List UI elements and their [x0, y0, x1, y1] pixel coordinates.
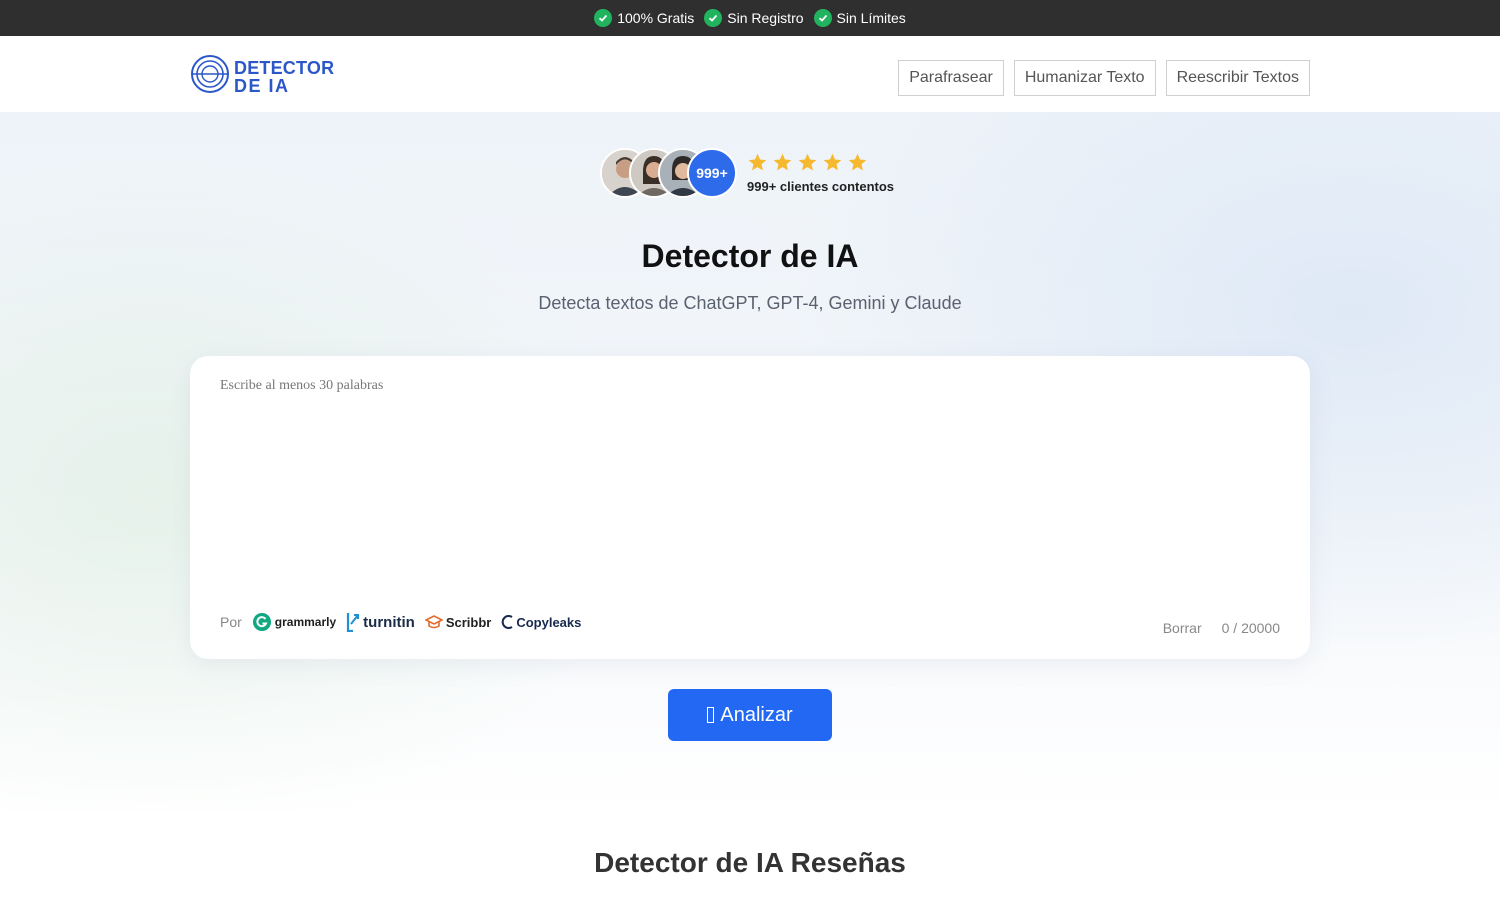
nav-rewrite-texts[interactable]: Reescribir Textos [1165, 60, 1310, 96]
turnitin-icon [347, 613, 360, 632]
word-counter: 0 / 20000 [1221, 620, 1280, 636]
feature-label: Sin Registro [727, 10, 804, 26]
top-announcement-bar: 100% Gratis Sin Registro Sin Límites [0, 0, 1500, 36]
text-input[interactable] [210, 376, 1290, 596]
feature-label: 100% Gratis [617, 10, 695, 26]
social-proof: 999+ 999+ clientes contentos [600, 148, 894, 198]
reviews-section-title: Detector de IA Reseñas [594, 847, 906, 878]
by-label: Por [220, 614, 242, 630]
check-circle-icon [594, 9, 613, 27]
feature-no-limits: Sin Límites [813, 9, 906, 27]
rating: 999+ clientes contentos [747, 152, 894, 194]
rating-stars [747, 152, 894, 173]
copyleaks-icon [502, 615, 513, 629]
brand-label: Scribbr [445, 614, 492, 630]
analyze-label: Analizar [720, 703, 793, 726]
page-title: Detector de IA [641, 238, 859, 274]
editor-card: Por grammarly turnitin Scribbr [190, 356, 1310, 659]
grammarly-icon [252, 613, 271, 631]
logo-mark-icon [190, 54, 230, 99]
clear-button[interactable]: Borrar [1163, 620, 1202, 636]
feature-no-registration: Sin Registro [704, 9, 804, 27]
page-subtitle: Detecta textos de ChatGPT, GPT-4, Gemini… [538, 293, 962, 313]
rating-text: 999+ clientes contentos [747, 179, 895, 194]
nav-humanize-text[interactable]: Humanizar Texto [1013, 60, 1156, 96]
check-circle-icon [813, 9, 832, 27]
feature-label: Sin Límites [836, 10, 906, 26]
logo-text-line2: DE IA [234, 75, 290, 96]
star-icon [748, 153, 767, 171]
main-nav: Parafrasear Humanizar Texto Reescribir T… [898, 60, 1310, 96]
brand-label: Copyleaks [516, 614, 582, 630]
site-logo[interactable]: DETECTOR DE IA [190, 54, 334, 99]
star-icon [773, 153, 792, 171]
brand-turnitin: turnitin [346, 612, 415, 632]
site-header: DETECTOR DE IA Parafrasear Humanizar Tex… [0, 36, 1500, 112]
missing-glyph-icon [707, 707, 715, 723]
logo-text-line1: DETECTOR [234, 57, 335, 78]
customer-count-badge: 999+ [687, 148, 737, 198]
brand-copyleaks: Copyleaks [501, 614, 581, 630]
nav-paraphrase[interactable]: Parafrasear [898, 60, 1004, 96]
scribbr-icon [424, 615, 443, 629]
analyze-button[interactable]: Analizar [668, 689, 832, 741]
star-icon [848, 153, 867, 171]
editor-footer-actions: Borrar 0 / 20000 [1163, 620, 1280, 636]
star-icon [798, 153, 817, 171]
feature-free: 100% Gratis [594, 9, 694, 27]
star-icon [823, 153, 842, 171]
brand-scribbr: Scribbr [424, 614, 492, 630]
brand-grammarly: grammarly [252, 612, 336, 632]
brand-label: turnitin [363, 613, 415, 631]
check-circle-icon [704, 9, 723, 27]
brand-label: grammarly [274, 615, 337, 629]
powered-by-brands: Por grammarly turnitin Scribbr Copyleaks [220, 612, 581, 632]
